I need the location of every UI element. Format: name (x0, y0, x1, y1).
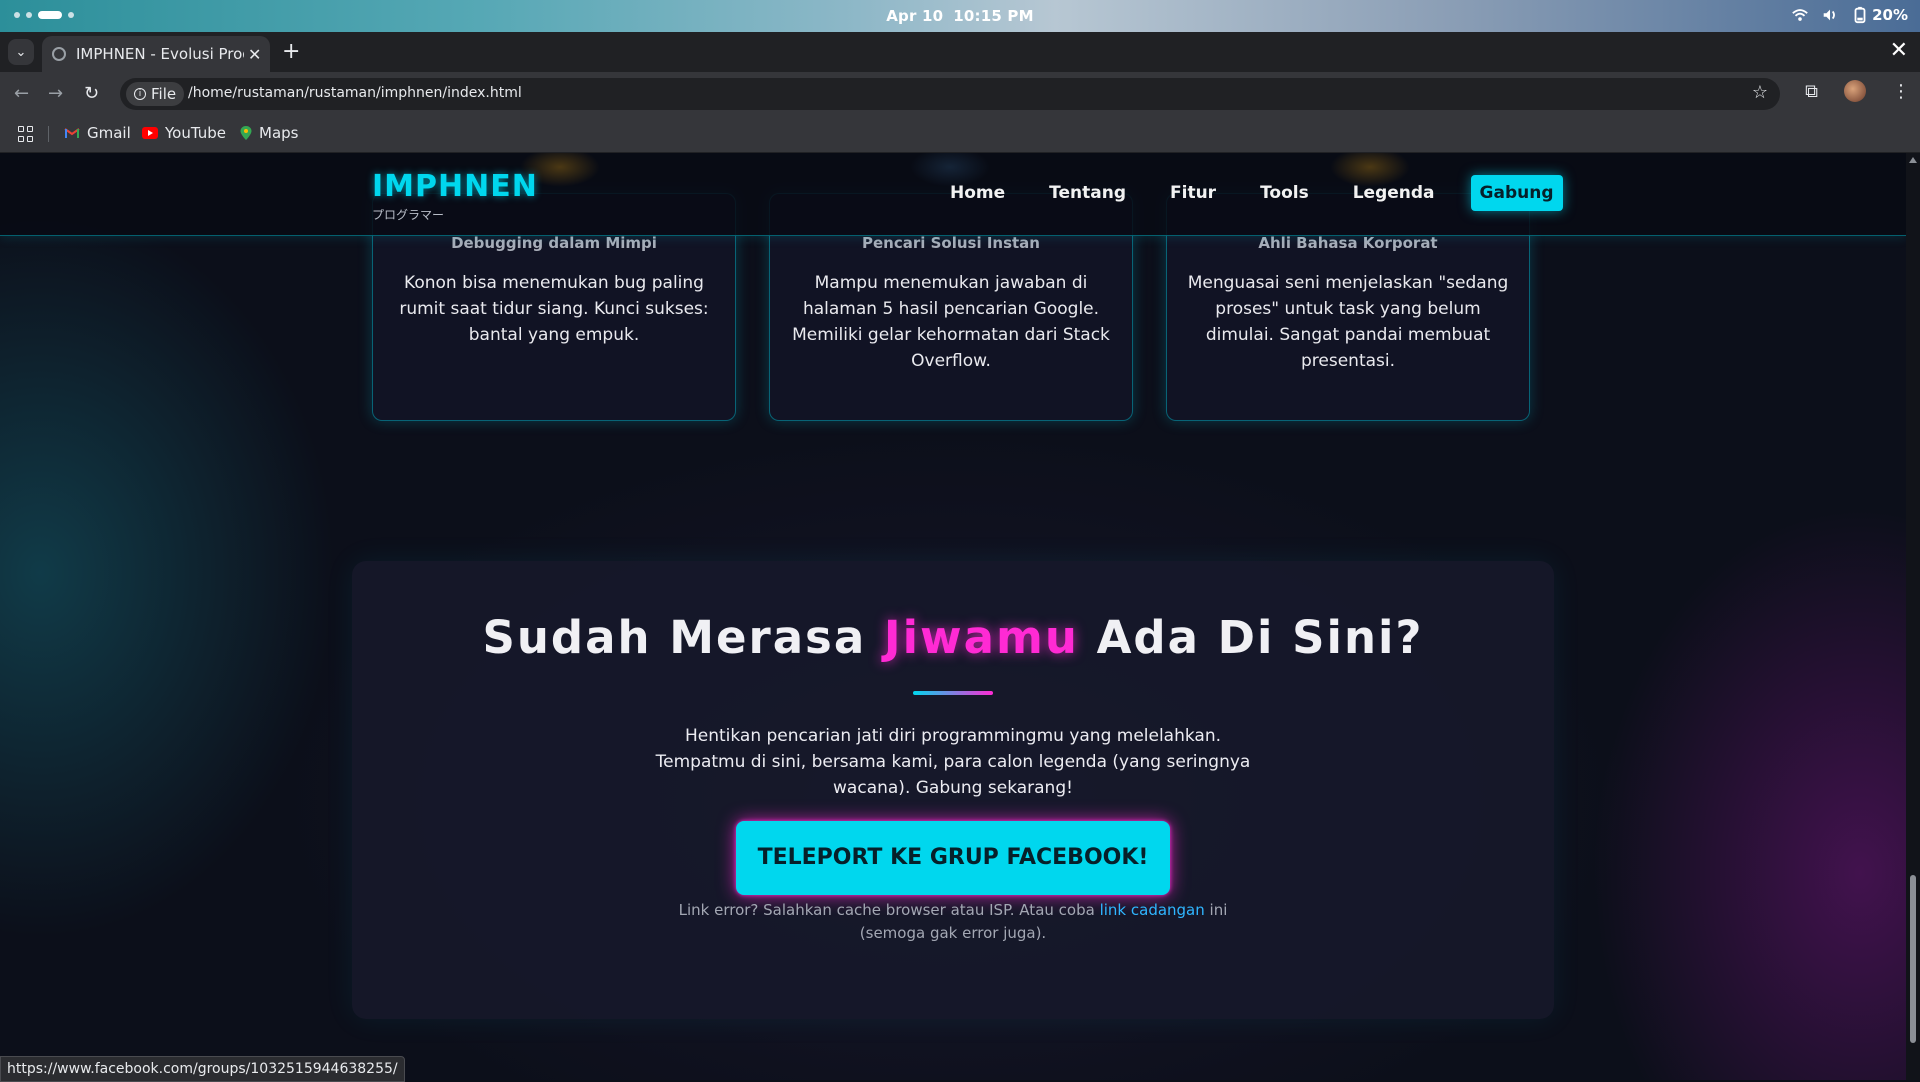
back-button[interactable]: ← (14, 83, 29, 104)
address-bar[interactable]: i File /home/rustaman/rustaman/imphnen/i… (120, 78, 1780, 110)
nav-legenda[interactable]: Legenda (1353, 183, 1435, 203)
cta-text: Hentikan pencarian jati diri programming… (655, 726, 1251, 798)
reload-icon: ↻ (84, 83, 100, 104)
site-info-chip[interactable]: i File (126, 82, 185, 106)
bookmark-label: Gmail (87, 124, 131, 142)
page-viewport: Debugging dalam Mimpi Konon bisa menemuk… (0, 153, 1906, 1080)
join-cta-section: Sudah Merasa Jiwamu Ada Di Sini? Hentika… (352, 561, 1554, 1019)
bookmarks-bar: Gmail YouTube Maps (0, 116, 1920, 153)
card-subtitle: Pencari Solusi Instan (861, 234, 1040, 252)
page-scrollbar[interactable] (1906, 153, 1920, 1080)
os-date: Apr 10 (886, 7, 944, 25)
globe-icon (52, 47, 66, 61)
tab-search-button[interactable]: ⌄ (8, 39, 34, 65)
backup-link[interactable]: link cadangan (1100, 901, 1205, 919)
nav-home[interactable]: Home (950, 183, 1005, 203)
wifi-icon (1792, 9, 1808, 21)
bookmark-gmail[interactable]: Gmail (64, 124, 131, 142)
bookmark-maps[interactable]: Maps (240, 124, 298, 142)
cta-note-start: Link error? Salahkan cache browser atau … (678, 901, 1095, 919)
card-description: Mampu menemukan jawaban di halaman 5 has… (792, 273, 1110, 371)
plus-icon: + (282, 39, 301, 64)
browser-toolbar: ← → ↻ i File /home/rustaman/rustaman/imp… (0, 72, 1920, 116)
gmail-icon (64, 128, 80, 138)
cta-title-start: Sudah Merasa (482, 611, 867, 664)
cta-title-highlight: Jiwamu (883, 611, 1079, 664)
bookmark-youtube[interactable]: YouTube (142, 124, 226, 142)
arrow-left-icon: ← (14, 83, 30, 104)
forward-button[interactable]: → (48, 83, 63, 104)
card-subtitle: Debugging dalam Mimpi (451, 234, 657, 252)
battery-icon (1854, 6, 1866, 24)
scrollbar-thumb[interactable] (1910, 875, 1916, 1043)
facebook-group-button[interactable]: TELEPORT KE GRUP FACEBOOK! (736, 821, 1170, 895)
os-top-bar: Apr 10 10:15 PM 20% (0, 0, 1920, 32)
join-button[interactable]: Gabung (1470, 175, 1563, 211)
toolbar-actions: ⧉ ⋮ (1805, 80, 1910, 102)
link-status-bubble: https://www.facebook.com/groups/10325159… (0, 1056, 405, 1082)
card-description: Konon bisa menemukan bug paling rumit sa… (399, 273, 709, 345)
os-time: 10:15 PM (953, 7, 1034, 25)
apps-grid-icon[interactable] (18, 126, 34, 142)
extensions-icon[interactable]: ⧉ (1805, 81, 1818, 102)
window-close-button[interactable]: ✕ (1890, 38, 1908, 63)
os-clock[interactable]: Apr 10 10:15 PM (0, 7, 1920, 25)
close-icon[interactable]: ✕ (248, 45, 261, 64)
card-subtitle: Ahli Bahasa Korporat (1258, 234, 1438, 252)
nav-tentang[interactable]: Tentang (1049, 183, 1126, 203)
browser-tab[interactable]: IMPHNEN - Evolusi Prog ✕ (42, 36, 270, 72)
tab-strip: ⌄ IMPHNEN - Evolusi Prog ✕ + ✕ (0, 32, 1920, 72)
bookmark-star-icon[interactable]: ☆ (1752, 82, 1768, 103)
profile-avatar[interactable] (1844, 80, 1866, 102)
menu-kebab-icon[interactable]: ⋮ (1892, 81, 1910, 102)
chevron-down-icon: ⌄ (15, 44, 27, 60)
cta-note: Link error? Salahkan cache browser atau … (648, 899, 1258, 945)
info-icon: i (134, 88, 146, 100)
cta-title-end: Ada Di Sini? (1096, 611, 1424, 664)
bookmark-label: Maps (259, 124, 299, 142)
youtube-icon (142, 127, 158, 139)
logo-subtitle: プログラマー (372, 208, 445, 222)
scroll-up-arrow-icon[interactable] (1909, 157, 1917, 163)
reload-button[interactable]: ↻ (84, 83, 99, 104)
os-status-area[interactable]: 20% (1791, 6, 1908, 24)
nav-tools[interactable]: Tools (1260, 183, 1309, 203)
volume-icon (1823, 9, 1836, 21)
tab-title: IMPHNEN - Evolusi Prog (76, 45, 244, 63)
bookmark-label: YouTube (165, 124, 226, 142)
site-info-label: File (151, 85, 177, 103)
close-icon: ✕ (1889, 38, 1908, 63)
url-text[interactable]: /home/rustaman/rustaman/imphnen/index.ht… (188, 85, 522, 101)
title-underline (913, 691, 993, 695)
logo-text: IMPHNEN (372, 169, 538, 204)
main-nav: Home Tentang Fitur Tools Legenda Gabung (950, 175, 1563, 211)
nav-fitur[interactable]: Fitur (1170, 183, 1216, 203)
site-logo[interactable]: IMPHNEN プログラマー (372, 169, 538, 223)
maps-pin-icon (240, 126, 252, 140)
new-tab-button[interactable]: + (282, 39, 300, 64)
site-header: IMPHNEN プログラマー Home Tentang Fitur Tools … (0, 153, 1906, 236)
cta-title: Sudah Merasa Jiwamu Ada Di Sini? (352, 611, 1554, 664)
bookmarks-divider (48, 126, 49, 142)
card-description: Menguasai seni menjelaskan "sedang prose… (1187, 273, 1509, 371)
arrow-right-icon: → (48, 83, 64, 104)
battery-percent: 20% (1872, 6, 1908, 24)
